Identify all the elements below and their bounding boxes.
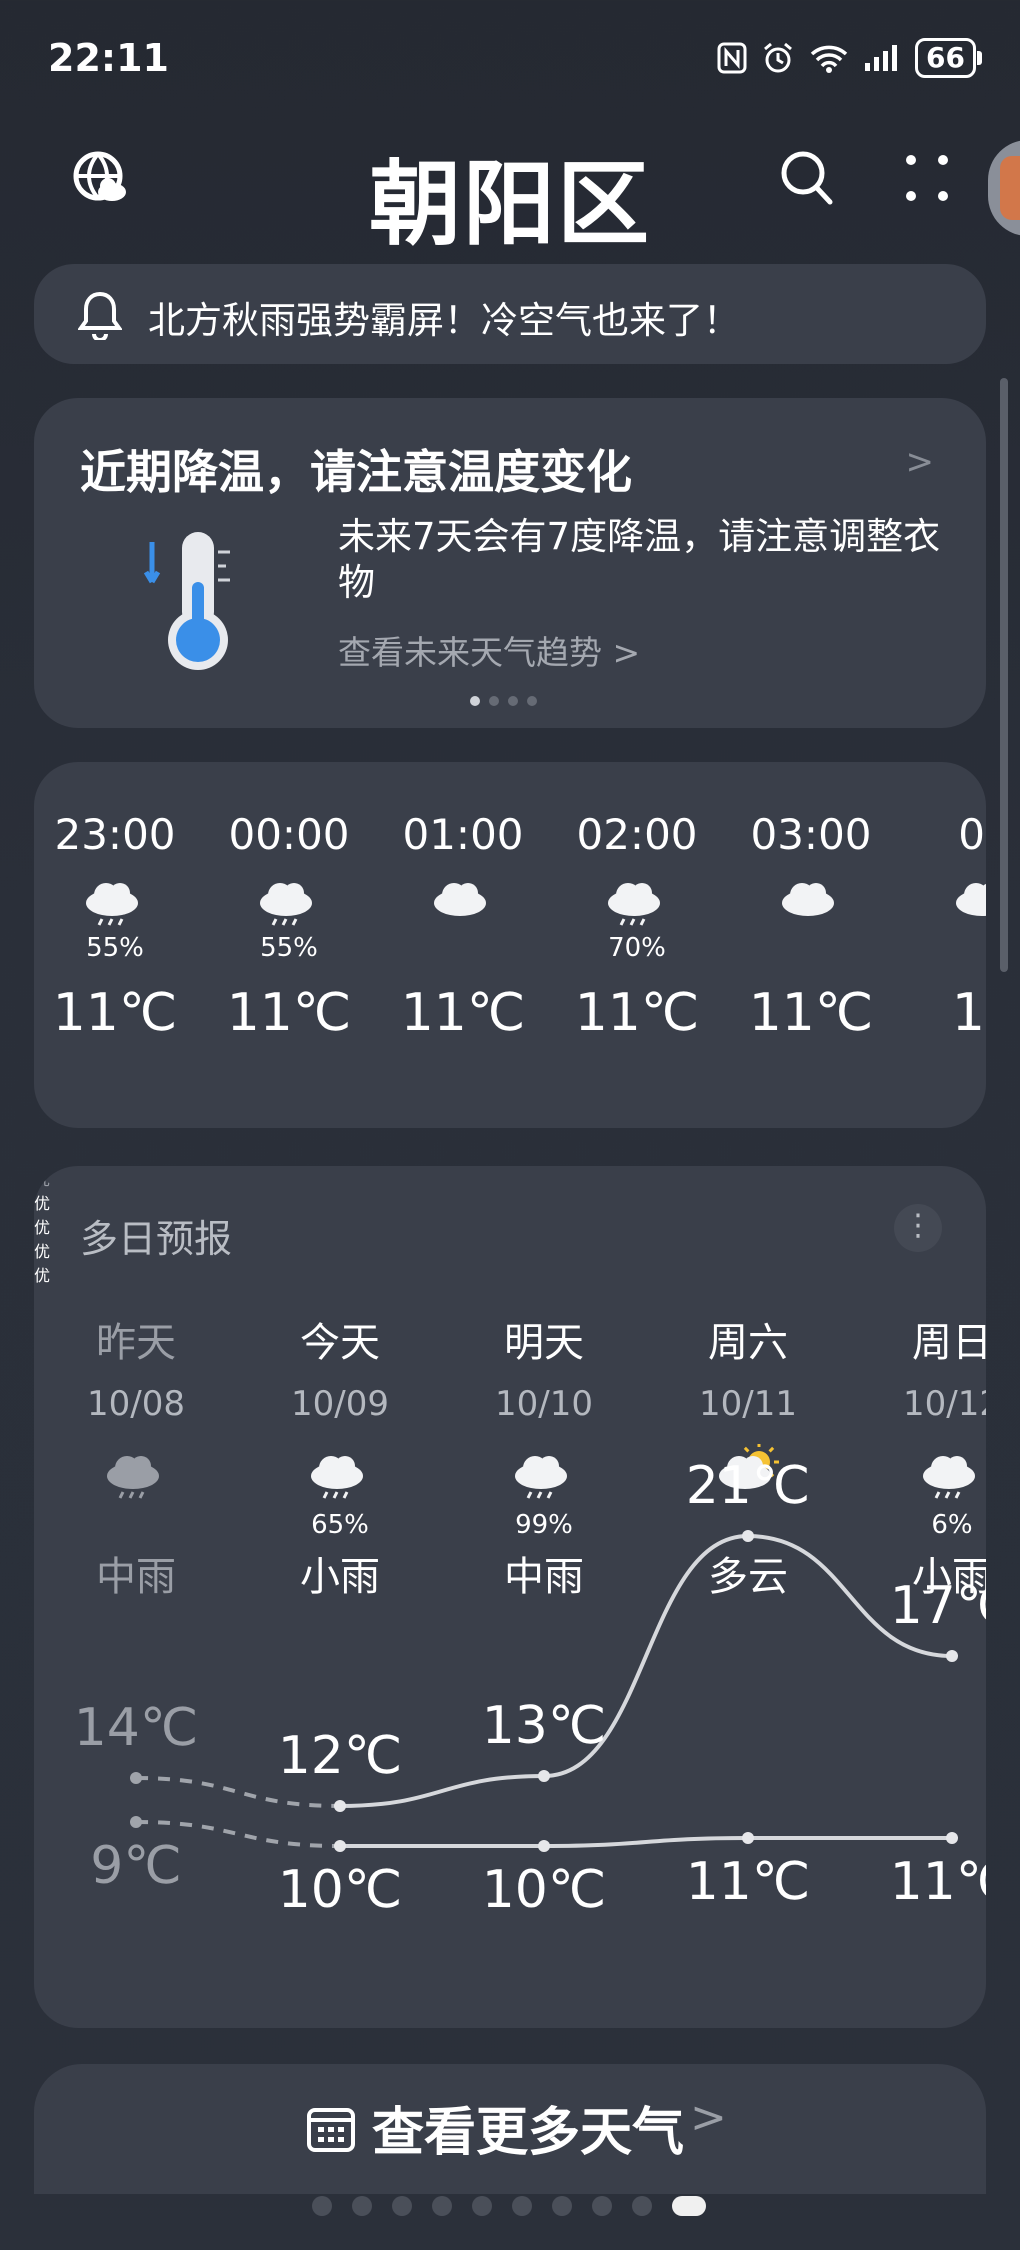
calendar-icon: [307, 2108, 355, 2152]
day-condition: 小雨: [300, 1554, 380, 1600]
temp-point: [946, 1650, 958, 1662]
day-label: 今天: [300, 1320, 380, 1366]
more-dots-icon[interactable]: [904, 152, 950, 204]
low-temp-label: 10℃: [481, 1860, 607, 1920]
notice-title: 近期降温，请注意温度变化: [80, 445, 632, 499]
day-date: 10/08: [87, 1384, 185, 1424]
high-temp-label: 21℃: [685, 1456, 811, 1516]
day-condition: 多云: [708, 1554, 788, 1600]
hour-item: 23:00 55% 11℃: [34, 810, 200, 1043]
notice-body: 未来7天会有7度降温，请注意调整衣物: [338, 515, 941, 604]
low-temp-label: 9℃: [90, 1836, 182, 1896]
temp-point: [538, 1770, 550, 1782]
hour-time: 00:00: [228, 810, 350, 859]
high-temp-label: 12℃: [277, 1726, 403, 1786]
alert-text: 北方秋雨强势霸屏！冷空气也来了！: [148, 299, 740, 342]
temp-point: [334, 1800, 346, 1812]
hourly-forecast-card[interactable]: 23:00 55% 11℃ 00:00 55% 11℃ 01:00 11℃ 02:00 70% 11…: [34, 762, 986, 1128]
day-item[interactable]: 周日10/126%小雨: [852, 1310, 986, 1602]
hour-time: 23:00: [54, 810, 176, 859]
bell-icon: [78, 291, 122, 340]
city-title: 朝阳区: [368, 151, 651, 258]
temp-point: [130, 1816, 142, 1828]
rain-cloud-icon: [515, 1456, 567, 1499]
hour-temp: 11℃: [748, 983, 874, 1043]
day-label: 周六: [708, 1320, 788, 1366]
status-icons: 66: [717, 38, 982, 78]
signal-icon: [865, 45, 898, 71]
hour-item: 02:00 70% 11℃: [552, 810, 722, 1043]
rain-cloud-icon: [107, 1456, 159, 1499]
hour-time: 02:00: [576, 810, 698, 859]
nfc-icon: [717, 42, 747, 74]
day-date: 10/10: [495, 1384, 593, 1424]
hour-time: 01:00: [402, 810, 524, 859]
hour-temp: 11: [951, 983, 986, 1043]
rain-cloud-icon: [260, 883, 312, 926]
weather-alert-banner[interactable]: 北方秋雨强势霸屏！冷空气也来了！: [34, 264, 986, 364]
day-precip: 6%: [931, 1510, 973, 1540]
day-condition: 中雨: [96, 1554, 176, 1600]
day-item[interactable]: 明天 10/10 99% 中雨: [444, 1310, 644, 1602]
hour-temp: 11℃: [52, 983, 178, 1043]
battery-indicator: 66: [915, 38, 982, 78]
day-precip: 65%: [311, 1510, 369, 1540]
hour-precip: 55%: [260, 933, 318, 963]
hour-time: 04: [958, 810, 986, 859]
hour-temp: 11℃: [226, 983, 352, 1043]
low-temp-label: 11℃: [685, 1852, 811, 1912]
cloud-icon: [434, 883, 486, 916]
hour-time: 03:00: [750, 810, 872, 859]
day-label: 昨天: [96, 1320, 176, 1366]
temp-point: [334, 1840, 346, 1852]
high-temp-label: 17℃: [889, 1576, 986, 1636]
chevron-right-icon: >: [690, 2092, 727, 2143]
daily-forecast-card[interactable]: 多日预报 ⋮ 昨天 10/08 中雨优今天 10/09 65% 小雨优明天 10/10 99%…: [34, 1166, 986, 2028]
hour-precip: 70%: [608, 933, 666, 963]
hour-precip: 55%: [86, 933, 144, 963]
high-temp-label: 14℃: [73, 1698, 199, 1758]
status-time: 22:11: [48, 36, 169, 80]
temp-point: [538, 1840, 550, 1852]
temp-point: [946, 1832, 958, 1844]
more-weather-button[interactable]: 查看更多天气 >: [34, 2064, 986, 2194]
hour-item: 03:00 11℃: [726, 810, 896, 1043]
alarm-icon: [764, 42, 792, 73]
high-temp-label: 13℃: [481, 1696, 607, 1756]
day-date: 10/12: [903, 1384, 986, 1424]
low-temp-label: 10℃: [277, 1860, 403, 1920]
temp-point: [742, 1832, 754, 1844]
hour-item: 01:00 11℃: [378, 810, 548, 1043]
hour-temp: 11℃: [400, 983, 526, 1043]
day-label: 明天: [504, 1320, 584, 1366]
rain-cloud-icon: [86, 883, 138, 926]
day-item[interactable]: 今天 10/09 65% 小雨: [240, 1310, 440, 1602]
chevron-right-icon: >: [905, 442, 935, 482]
hour-temp: 11℃: [574, 983, 700, 1043]
day-date: 10/09: [291, 1384, 389, 1424]
carousel-dots: [470, 696, 537, 706]
more-weather-label: 查看更多天气: [372, 2103, 685, 2163]
scrollbar[interactable]: [1000, 378, 1008, 972]
thermometer-icon: [144, 532, 230, 670]
hour-item: 04 11: [900, 810, 986, 1043]
temperature-notice-card[interactable]: 近期降温，请注意温度变化 > 未来7天会有7度降温，请注意调整衣物 查看未来天气…: [34, 398, 986, 728]
weather-trend-link[interactable]: 查看未来天气趋势 >: [338, 626, 640, 674]
temp-point: [130, 1772, 142, 1784]
day-item[interactable]: 昨天 10/08 中雨: [36, 1310, 236, 1602]
page-indicator[interactable]: [312, 2196, 706, 2216]
search-icon[interactable]: [780, 150, 834, 206]
low-temp-label: 11℃: [889, 1852, 986, 1912]
rain-cloud-icon: [923, 1456, 975, 1499]
wifi-icon: [810, 45, 848, 73]
hour-item: 00:00 55% 11℃: [204, 810, 374, 1043]
day-label: 周日: [912, 1320, 986, 1366]
rain-cloud-icon: [608, 883, 660, 926]
day-precip: 99%: [515, 1510, 573, 1540]
cloud-icon: [782, 883, 834, 916]
day-condition: 中雨: [504, 1554, 584, 1600]
rain-cloud-icon: [311, 1456, 363, 1499]
day-date: 10/11: [699, 1384, 797, 1424]
cloud-icon: [956, 883, 986, 916]
